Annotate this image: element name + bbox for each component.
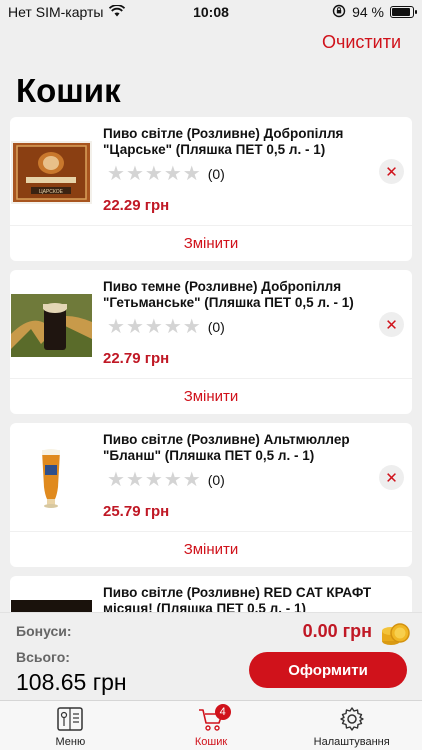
edit-item-button[interactable]: Змінити: [10, 235, 412, 252]
star-icon: ★: [182, 469, 201, 491]
star-icon: ★: [144, 316, 163, 338]
bonus-label: Бонуси:: [16, 623, 72, 639]
product-name[interactable]: Пиво світле (Розливне) Добропілля "Царсь…: [103, 126, 373, 158]
rating: ★ ★ ★ ★ ★ (0): [107, 164, 225, 184]
star-icon: ★: [163, 163, 182, 185]
star-icon: ★: [182, 163, 201, 185]
tab-cart[interactable]: 4 Кошик: [141, 701, 282, 750]
bonus-value: 0.00 грн: [302, 621, 372, 641]
carrier-text: Нет SIM-карты: [8, 4, 104, 20]
divider: [10, 225, 412, 226]
product-image: [11, 294, 92, 357]
tab-bar: Меню 4 Кошик Налаштування: [0, 700, 422, 750]
tab-menu[interactable]: Меню: [0, 701, 141, 750]
cart-list[interactable]: ЦАРСКОЕ Пиво світле (Розливне) Добропілл…: [10, 117, 412, 617]
star-icon: ★: [125, 316, 144, 338]
rating: ★ ★ ★ ★ ★ (0): [107, 470, 225, 490]
battery-percent: 94 %: [352, 4, 384, 20]
cart-item[interactable]: ЦАРСКОЕ Пиво світле (Розливне) Добропілл…: [10, 117, 412, 261]
tab-cart-label: Кошик: [194, 736, 228, 748]
star-icon: ★: [163, 469, 182, 491]
coins-icon: [380, 617, 410, 647]
star-icon: ★: [107, 316, 125, 338]
divider: [10, 378, 412, 379]
wifi-icon: [109, 4, 126, 20]
cart-item[interactable]: Пиво світле (Розливне) RED CAT КРАФТ міс…: [10, 576, 412, 617]
total-value: 108.65 грн: [16, 669, 127, 695]
edit-item-button[interactable]: Змінити: [10, 541, 412, 558]
rating-count: (0): [207, 166, 225, 182]
status-bar: Нет SIM-карты 10:08 94 %: [0, 0, 422, 24]
star-icon: ★: [144, 163, 163, 185]
product-price: 25.79 грн: [103, 503, 170, 520]
cart-badge: 4: [214, 704, 231, 720]
clear-cart-button[interactable]: Очистити: [322, 32, 401, 53]
svg-text:ЦАРСКОЕ: ЦАРСКОЕ: [39, 189, 64, 195]
total-label: Всього:: [16, 649, 70, 665]
product-price: 22.29 грн: [103, 197, 170, 214]
tab-settings[interactable]: Налаштування: [281, 701, 422, 750]
tab-settings-label: Налаштування: [313, 736, 390, 748]
cart-item[interactable]: Пиво темне (Розливне) Добропілля "Гетьма…: [10, 270, 412, 414]
battery-fill: [392, 8, 410, 16]
remove-item-button[interactable]: ✕: [379, 159, 404, 184]
star-icon: ★: [182, 316, 201, 338]
star-icon: ★: [163, 316, 182, 338]
product-price: 22.79 грн: [103, 350, 170, 367]
remove-item-button[interactable]: ✕: [379, 312, 404, 337]
edit-item-button[interactable]: Змінити: [10, 388, 412, 405]
divider: [10, 531, 412, 532]
star-icon: ★: [125, 469, 144, 491]
star-icon: ★: [107, 469, 125, 491]
product-name[interactable]: Пиво світле (Розливне) Альтмюллер "Бланш…: [103, 432, 373, 464]
star-icon: ★: [125, 163, 144, 185]
battery-icon: [390, 6, 417, 18]
star-icon: ★: [107, 163, 125, 185]
close-icon: ✕: [385, 163, 398, 181]
rating-count: (0): [207, 472, 225, 488]
rating: ★ ★ ★ ★ ★ (0): [107, 317, 225, 337]
star-icon: ★: [144, 469, 163, 491]
close-icon: ✕: [385, 469, 398, 487]
product-image: [11, 447, 92, 510]
remove-item-button[interactable]: ✕: [379, 465, 404, 490]
checkout-button[interactable]: Оформити: [249, 652, 407, 688]
order-summary: Бонуси: 0.00 грн Всього: 108.65 грн Офор…: [0, 612, 422, 700]
product-image: ЦАРСКОЕ: [11, 141, 92, 204]
product-name[interactable]: Пиво темне (Розливне) Добропілля "Гетьма…: [103, 279, 373, 311]
orientation-lock-icon: [332, 4, 346, 21]
tab-menu-label: Меню: [55, 736, 86, 748]
gear-icon: [337, 704, 367, 734]
menu-book-icon: [55, 704, 85, 734]
close-icon: ✕: [385, 316, 398, 334]
page-title: Кошик: [16, 72, 121, 109]
rating-count: (0): [207, 319, 225, 335]
status-left: Нет SIM-карты: [8, 4, 126, 20]
cart-item[interactable]: Пиво світле (Розливне) Альтмюллер "Бланш…: [10, 423, 412, 567]
status-right: 94 %: [332, 4, 417, 21]
